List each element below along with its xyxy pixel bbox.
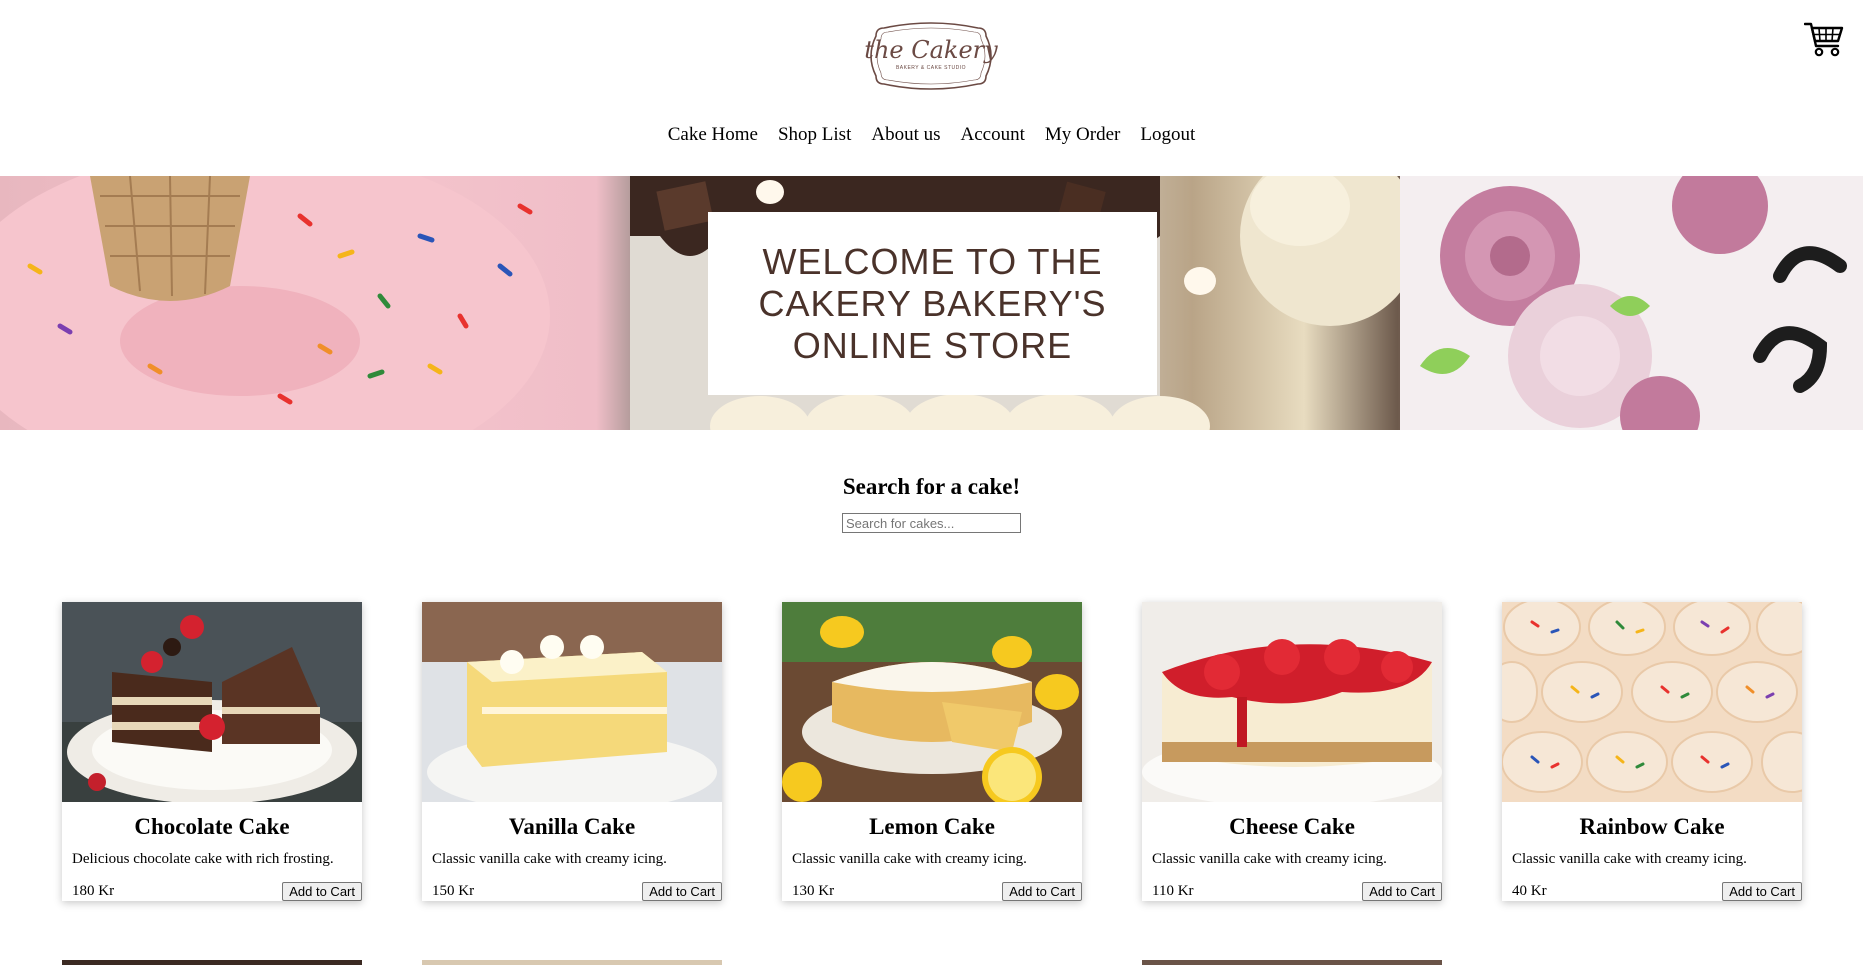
hero-title: WELCOME TO THE CAKERY BAKERY'S ONLINE ST… [758, 240, 1107, 366]
site-header: the Cakery BAKERY & CAKE STUDIO Cake Hom… [0, 0, 1863, 176]
product-name: Chocolate Cake [134, 814, 290, 839]
lemon-cake-image [782, 602, 1082, 802]
next-row-card-peek [422, 960, 722, 965]
product-name: Vanilla Cake [508, 814, 636, 839]
product-description: Classic vanilla cake with creamy icing. [1152, 851, 1387, 867]
cheese-cake-image [1142, 602, 1442, 802]
product-price: 180 Kr [72, 883, 115, 899]
product-card-vanilla: Vanilla Cake Classic vanilla cake with c… [422, 602, 722, 901]
logo-subtext: BAKERY & CAKE STUDIO [895, 65, 967, 71]
add-to-cart-button[interactable]: Add to Cart [1362, 882, 1442, 901]
product-price: 40 Kr [1512, 883, 1547, 899]
search-section: Search for a cake! [0, 474, 1863, 533]
nav-about-us[interactable]: About us [871, 124, 940, 146]
product-card-cheese: Cheese Cake Classic vanilla cake with cr… [1142, 602, 1442, 901]
add-to-cart-button[interactable]: Add to Cart [1002, 882, 1082, 901]
search-input[interactable] [842, 513, 1021, 533]
nav-my-order[interactable]: My Order [1045, 124, 1120, 146]
product-name: Cheese Cake [1229, 814, 1355, 839]
product-price: 130 Kr [792, 883, 835, 899]
add-to-cart-button[interactable]: Add to Cart [642, 882, 722, 901]
nav-logout[interactable]: Logout [1140, 124, 1195, 146]
main-nav: Cake Home Shop List About us Account My … [0, 124, 1863, 146]
product-description: Classic vanilla cake with creamy icing. [792, 851, 1027, 867]
next-row-card-peek [62, 960, 362, 965]
product-grid: Chocolate Cake Delicious chocolate cake … [62, 602, 1802, 901]
add-to-cart-button[interactable]: Add to Cart [282, 882, 362, 901]
rainbow-cake-image [1502, 602, 1802, 802]
nav-cake-home[interactable]: Cake Home [668, 124, 758, 146]
product-price: 150 Kr [432, 883, 475, 899]
logo-text: the Cakery [864, 36, 998, 64]
product-name: Lemon Cake [869, 814, 995, 839]
shopping-cart-icon[interactable] [1803, 20, 1844, 58]
nav-account[interactable]: Account [961, 124, 1025, 146]
search-title: Search for a cake! [842, 474, 1021, 499]
chocolate-cake-image [62, 602, 362, 802]
product-description: Classic vanilla cake with creamy icing. [432, 851, 667, 867]
product-description: Delicious chocolate cake with rich frost… [72, 851, 334, 867]
hero-banner: WELCOME TO THE CAKERY BAKERY'S ONLINE ST… [0, 176, 1863, 430]
nav-shop-list[interactable]: Shop List [778, 124, 851, 146]
product-description: Classic vanilla cake with creamy icing. [1512, 851, 1747, 867]
product-card-lemon: Lemon Cake Classic vanilla cake with cre… [782, 602, 1082, 901]
product-card-rainbow: Rainbow Cake Classic vanilla cake with c… [1502, 602, 1802, 901]
cakery-logo[interactable]: the Cakery BAKERY & CAKE STUDIO [864, 20, 998, 92]
add-to-cart-button[interactable]: Add to Cart [1722, 882, 1802, 901]
product-price: 110 Kr [1152, 883, 1194, 899]
vanilla-cake-image [422, 602, 722, 802]
product-name: Rainbow Cake [1579, 814, 1725, 839]
hero-welcome-box: WELCOME TO THE CAKERY BAKERY'S ONLINE ST… [708, 212, 1157, 395]
next-row-card-peek [1142, 960, 1442, 965]
product-card-chocolate: Chocolate Cake Delicious chocolate cake … [62, 602, 362, 901]
